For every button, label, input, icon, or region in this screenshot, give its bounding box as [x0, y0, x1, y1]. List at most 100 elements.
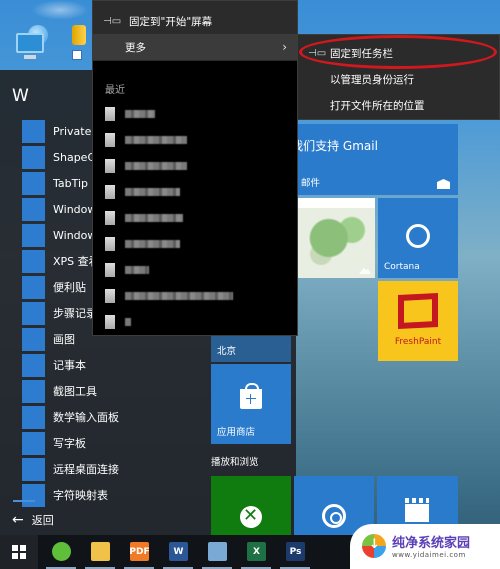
envelope-icon: [437, 179, 450, 189]
blurred-filename: [125, 110, 155, 118]
tile-photos-map[interactable]: [298, 198, 375, 278]
watermark-logo-icon: [362, 534, 386, 558]
pin-to-taskbar-label: 固定到任务栏: [330, 47, 393, 60]
taskbar-photoshop[interactable]: Ps: [276, 535, 314, 569]
library-desktop-icon[interactable]: [72, 25, 86, 45]
more-item[interactable]: 更多 ›: [93, 34, 297, 60]
pin-to-start-item[interactable]: ⊣▭ 固定到"开始"屏幕: [93, 8, 297, 34]
open-file-location-item[interactable]: 打开文件所在的位置: [298, 93, 500, 117]
recent-item[interactable]: [105, 179, 233, 205]
app-list-item[interactable]: 写字板: [22, 430, 202, 456]
app-list-item[interactable]: 截图工具: [22, 378, 202, 404]
start-button[interactable]: [0, 535, 38, 569]
document-icon: [105, 263, 115, 277]
keyboard-icon: [22, 171, 45, 195]
more-submenu: ⊣▭ 固定到任务栏 以管理员身份运行 打开文件所在的位置: [297, 34, 500, 120]
clapperboard-icon: [405, 498, 429, 522]
store-bag-icon: [240, 383, 262, 409]
recent-item[interactable]: [105, 231, 233, 257]
tile-weather-beijing[interactable]: 北京: [211, 336, 291, 362]
control-panel-icon: [208, 542, 227, 561]
context-menu: ⊣▭ 固定到"开始"屏幕 更多 › 最近: [92, 0, 298, 336]
taskbar-file-explorer[interactable]: [81, 535, 119, 569]
recent-title: 最近: [105, 85, 125, 96]
beijing-label: 北京: [217, 346, 237, 357]
file-explorer-icon: [91, 542, 110, 561]
document-icon: [105, 237, 115, 251]
excel-icon: X: [247, 542, 266, 561]
computer-desktop-icon[interactable]: [10, 25, 52, 63]
run-as-admin-item[interactable]: 以管理员身份运行: [298, 67, 500, 91]
recent-item[interactable]: [105, 283, 233, 309]
document-icon: [105, 315, 115, 329]
windows-logo-icon: [12, 545, 26, 559]
pin-to-taskbar-item[interactable]: ⊣▭ 固定到任务栏: [298, 41, 500, 65]
monitor-icon: [16, 33, 44, 53]
back-label: 返回: [31, 514, 54, 527]
pin-to-start-label: 固定到"开始"屏幕: [129, 15, 213, 28]
word-icon: W: [169, 542, 188, 561]
blurred-filename: [125, 266, 149, 274]
document-icon: [105, 289, 115, 303]
tile-cortana[interactable]: Cortana: [378, 198, 458, 278]
blurred-filename: [125, 136, 187, 144]
taskbar-360-browser[interactable]: [42, 535, 80, 569]
app-list-item[interactable]: 字符映射表: [22, 482, 202, 508]
pdf-reader-icon: PDF: [129, 542, 150, 561]
taskbar-word[interactable]: W: [159, 535, 197, 569]
music-disc-icon: [322, 504, 346, 528]
remote-desktop-icon: [22, 457, 45, 481]
watermark-title: 纯净系统家园: [392, 536, 471, 551]
blurred-filename: [125, 214, 183, 222]
back-button[interactable]: ← 返回: [12, 512, 54, 528]
list-separator: [13, 500, 35, 502]
steps-recorder-icon: [22, 301, 45, 325]
app-label: 字符映射表: [53, 489, 108, 502]
pin-icon: ⊣▭: [308, 47, 327, 59]
app-list-item[interactable]: 记事本: [22, 352, 202, 378]
app-label: 写字板: [53, 437, 86, 450]
recent-list: [105, 101, 233, 335]
more-label: 更多: [125, 41, 146, 54]
cortana-label: Cortana: [384, 262, 420, 272]
section-letter-w[interactable]: W: [12, 86, 29, 106]
tile-store[interactable]: 应用商店: [211, 364, 291, 444]
blurred-filename: [125, 162, 187, 170]
blurred-filename: [125, 240, 180, 248]
section-title-play: 播放和浏览: [211, 457, 259, 468]
tile-freshpaint[interactable]: FreshPaint: [378, 281, 458, 361]
photo-icon: [359, 267, 371, 274]
chevron-right-icon: ›: [282, 40, 287, 54]
blurred-filename: [125, 318, 131, 326]
document-icon: [105, 133, 115, 147]
watermark-url: www.yidaimei.com: [392, 551, 466, 559]
recent-item[interactable]: [105, 205, 233, 231]
taskbar-control-panel[interactable]: [198, 535, 236, 569]
sticky-notes-icon: [22, 275, 45, 299]
app-list-item[interactable]: 远程桌面连接: [22, 456, 202, 482]
paint-icon: [22, 327, 45, 351]
mail-label: 邮件: [301, 178, 321, 189]
recent-item[interactable]: [105, 257, 233, 283]
recent-item[interactable]: [105, 309, 233, 335]
shape-collector-icon: [22, 145, 45, 169]
document-icon: [105, 107, 115, 121]
wordpad-icon: [22, 431, 45, 455]
recent-item[interactable]: [105, 153, 233, 179]
recent-item[interactable]: [105, 127, 233, 153]
tile-xbox[interactable]: [211, 476, 291, 535]
app-label: 记事本: [53, 359, 86, 372]
notepad-icon: [22, 353, 45, 377]
windows-fax-icon: [22, 197, 45, 221]
taskbar-excel[interactable]: X: [237, 535, 275, 569]
snipping-tool-icon: [22, 379, 45, 403]
blurred-filename: [125, 292, 233, 300]
private-character-editor-icon: [22, 119, 45, 143]
watermark: 纯净系统家园 www.yidaimei.com: [350, 524, 500, 569]
shortcut-desktop-icon[interactable]: [72, 50, 82, 60]
recent-item[interactable]: [105, 101, 233, 127]
taskbar-pdf-reader[interactable]: PDF: [120, 535, 158, 569]
app-list-item[interactable]: 数学输入面板: [22, 404, 202, 430]
app-label: 数学输入面板: [53, 411, 119, 424]
document-icon: [105, 159, 115, 173]
